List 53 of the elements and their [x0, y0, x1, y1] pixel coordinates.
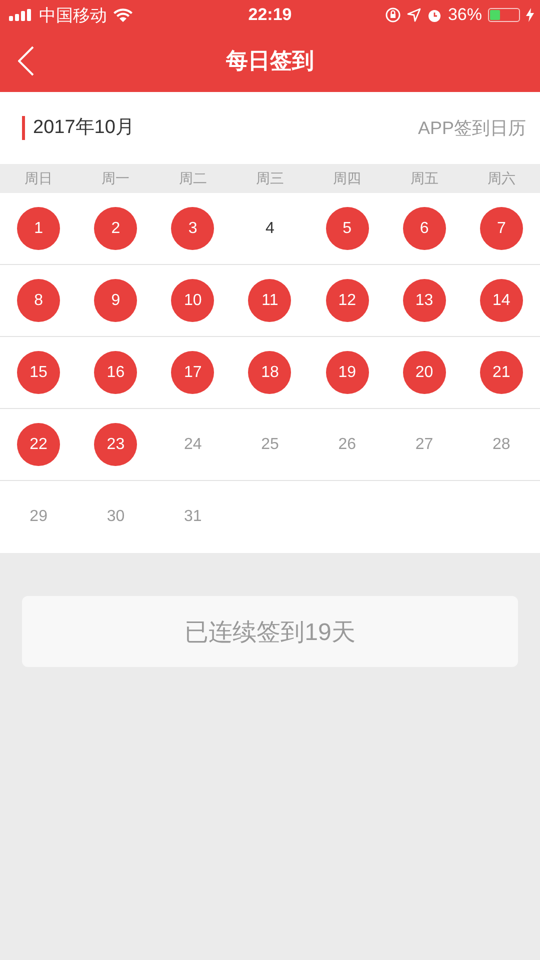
- signed-day[interactable]: 11: [248, 279, 292, 322]
- carrier-name: 中国移动: [39, 4, 107, 26]
- weekday-label: 周一: [102, 170, 130, 188]
- signed-day[interactable]: 3: [171, 207, 214, 250]
- signed-day[interactable]: 1: [17, 207, 60, 250]
- signed-day[interactable]: 7: [480, 207, 523, 250]
- battery-percent: 36%: [448, 5, 482, 25]
- signed-day[interactable]: 15: [17, 351, 60, 394]
- clock-time: 22:19: [248, 5, 292, 25]
- signed-day[interactable]: 13: [402, 279, 446, 322]
- weekday-label: 周二: [178, 170, 207, 188]
- signed-day[interactable]: 19: [326, 351, 369, 394]
- battery-icon: [488, 8, 520, 22]
- calendar-day[interactable]: 26: [338, 436, 356, 454]
- signed-day[interactable]: 20: [402, 351, 446, 394]
- signed-day[interactable]: 17: [171, 351, 214, 394]
- signed-day[interactable]: 9: [94, 279, 138, 322]
- alarm-icon: [426, 8, 442, 22]
- back-icon[interactable]: [18, 46, 34, 76]
- signed-day[interactable]: 10: [171, 279, 214, 322]
- signed-day[interactable]: 16: [94, 351, 138, 394]
- wifi-icon: [113, 8, 133, 22]
- month-label: 2017年10月: [22, 116, 134, 140]
- signed-day[interactable]: 8: [17, 279, 60, 322]
- streak-banner: 已连续签到19天: [22, 596, 518, 667]
- signal-icon: [9, 9, 33, 21]
- weekday-label: 周日: [24, 170, 53, 188]
- charging-icon: [526, 8, 534, 22]
- signed-day[interactable]: 22: [17, 423, 60, 466]
- weekday-label: 周三: [256, 170, 284, 188]
- signed-day[interactable]: 12: [326, 279, 369, 322]
- rotation-lock-icon: [384, 7, 401, 23]
- weekday-label: 周四: [333, 170, 362, 188]
- signed-day[interactable]: 2: [94, 207, 138, 250]
- calendar-day[interactable]: 24: [184, 436, 202, 454]
- calendar-day[interactable]: 27: [415, 436, 434, 454]
- signed-day[interactable]: 14: [480, 279, 523, 322]
- calendar-day[interactable]: 30: [106, 508, 125, 526]
- calendar-day[interactable]: 4: [266, 220, 274, 238]
- calendar-day[interactable]: 25: [261, 436, 279, 454]
- signed-day[interactable]: 18: [248, 351, 292, 394]
- signed-day[interactable]: 23: [94, 423, 138, 466]
- signed-day[interactable]: 6: [402, 207, 446, 250]
- calendar-day[interactable]: 31: [184, 508, 202, 526]
- weekday-label: 周六: [487, 170, 516, 188]
- signed-day[interactable]: 5: [326, 207, 369, 250]
- calendar-day[interactable]: 29: [30, 508, 48, 526]
- signed-day[interactable]: 21: [480, 351, 523, 394]
- weekday-label: 周五: [410, 170, 438, 188]
- calendar-day[interactable]: 28: [492, 436, 510, 454]
- calendar-link[interactable]: APP签到日历: [418, 116, 526, 140]
- page-title: 每日签到: [226, 47, 314, 75]
- location-icon: [406, 8, 421, 22]
